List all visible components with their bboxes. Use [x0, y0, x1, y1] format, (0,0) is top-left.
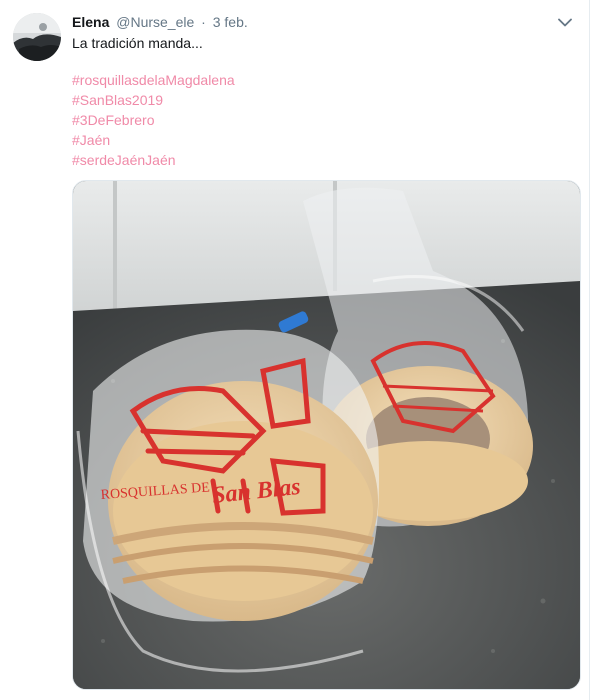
tweet-text: La tradición manda...: [72, 35, 203, 51]
tweet-header: Elena @Nurse_ele · 3 feb.: [72, 13, 549, 31]
tweet-date[interactable]: 3 feb.: [213, 14, 248, 30]
chevron-down-icon: [558, 18, 572, 26]
hashtag-link[interactable]: #rosquillasdelaMagdalena: [72, 70, 235, 90]
avatar-photo: [13, 13, 61, 61]
hashtag-link[interactable]: #serdeJaénJaén: [72, 150, 235, 170]
author-name[interactable]: Elena: [72, 14, 109, 30]
tweet-photo[interactable]: ROSQUILLAS DE San Blas: [72, 180, 581, 690]
hashtag-link[interactable]: #Jaén: [72, 130, 235, 150]
separator-dot: ·: [201, 14, 206, 30]
more-options-button[interactable]: [555, 12, 575, 32]
author-handle[interactable]: @Nurse_ele: [116, 14, 194, 30]
hashtag-list: #rosquillasdelaMagdalena #SanBlas2019 #3…: [72, 70, 235, 170]
hashtag-link[interactable]: #SanBlas2019: [72, 90, 235, 110]
hashtag-link[interactable]: #3DeFebrero: [72, 110, 235, 130]
tweet: Elena @Nurse_ele · 3 feb. La tradición m…: [0, 0, 590, 700]
rosquillas-photo: ROSQUILLAS DE San Blas: [73, 181, 580, 689]
avatar[interactable]: [13, 13, 61, 61]
